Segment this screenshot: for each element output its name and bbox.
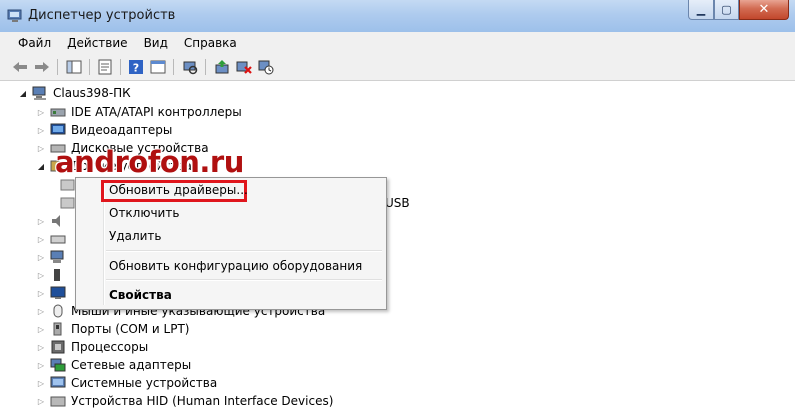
tree-item-system-devices[interactable]: ▷ Системные устройства: [36, 374, 217, 392]
minimize-button[interactable]: ▁: [688, 0, 714, 20]
title-bar: Диспетчер устройств ▁ ▢ ✕: [0, 0, 795, 32]
usb-icon: [54, 269, 60, 281]
menu-item-uninstall[interactable]: Удалить: [109, 229, 162, 243]
console-view-icon[interactable]: [150, 59, 166, 75]
context-menu-separator: [106, 250, 382, 252]
ide-controller-icon: [50, 108, 66, 117]
tree-item-usb-controllers[interactable]: ▷: [36, 266, 71, 284]
disable-device-icon[interactable]: [258, 59, 274, 75]
collapse-arrow-icon[interactable]: ◢: [18, 89, 28, 98]
toolbar: ?: [0, 54, 795, 81]
expand-arrow-icon[interactable]: ▷: [36, 253, 46, 262]
expand-arrow-icon[interactable]: ▷: [36, 217, 46, 226]
expand-arrow-icon[interactable]: ▷: [36, 397, 46, 406]
mouse-icon: [53, 304, 63, 318]
speaker-icon: [52, 215, 60, 227]
toolbar-separator: [173, 59, 174, 75]
tree-item-label: Системные устройства: [71, 376, 218, 390]
menu-item-scan-hardware[interactable]: Обновить конфигурацию оборудования: [109, 259, 362, 273]
network-adapter-icon: [50, 358, 66, 372]
uninstall-device-icon[interactable]: [236, 59, 252, 75]
toolbar-separator: [89, 59, 90, 75]
close-button[interactable]: ✕: [739, 0, 789, 20]
tree-item-ide[interactable]: ▷ IDE ATA/ATAPI контроллеры: [36, 103, 242, 121]
display-adapter-icon: [50, 123, 66, 135]
tree-item-computer[interactable]: ▷: [36, 248, 71, 266]
menu-bar: Файл Действие Вид Справка: [0, 32, 795, 54]
collapse-arrow-icon[interactable]: ◢: [36, 162, 46, 171]
computer-icon: [50, 250, 64, 263]
back-arrow-icon[interactable]: [12, 59, 28, 75]
menu-view[interactable]: Вид: [136, 36, 176, 50]
tree-item-label: Сетевые адаптеры: [71, 358, 192, 372]
keyboard-icon: [50, 235, 66, 244]
show-hide-console-tree-icon[interactable]: [66, 59, 82, 75]
tree-root[interactable]: ◢ Claus398-ПК: [18, 84, 131, 102]
tree-item-network-adapters[interactable]: ▷ Сетевые адаптеры: [36, 356, 191, 374]
tree-item-label: Устройства HID (Human Interface Devices): [71, 394, 334, 408]
svg-text:?: ?: [133, 62, 139, 75]
menu-item-update-drivers[interactable]: Обновить драйверы...: [109, 183, 248, 197]
context-menu: Обновить драйверы... Отключить Удалить О…: [75, 177, 387, 310]
computer-icon: [32, 86, 46, 100]
menu-item-disable[interactable]: Отключить: [109, 206, 179, 220]
port-icon: [53, 322, 62, 336]
tree-item-ports[interactable]: ▷ Порты (COM и LPT): [36, 320, 190, 338]
properties-sheet-icon[interactable]: [97, 59, 113, 75]
expand-arrow-icon[interactable]: ▷: [36, 289, 46, 298]
tree-item-display-adapters[interactable]: ▷ Видеоадаптеры: [36, 121, 172, 139]
expand-arrow-icon[interactable]: ▷: [36, 307, 46, 316]
toolbar-separator: [120, 59, 121, 75]
tree-item-usb-device-label: USB: [385, 194, 410, 212]
expand-arrow-icon[interactable]: ▷: [36, 325, 46, 334]
expand-arrow-icon[interactable]: ▷: [36, 343, 46, 352]
computer-name: Claus398-ПК: [53, 86, 131, 100]
processor-icon: [51, 340, 65, 354]
monitor-icon: [50, 286, 66, 299]
tree-item-processors[interactable]: ▷ Процессоры: [36, 338, 148, 356]
maximize-button[interactable]: ▢: [714, 0, 739, 20]
unknown-device-icon: [60, 179, 75, 191]
window-title: Диспетчер устройств: [28, 8, 176, 23]
forward-arrow-icon[interactable]: [34, 59, 50, 75]
tree-item-sound[interactable]: ▷: [36, 212, 71, 230]
tree-item-label: Видеоадаптеры: [71, 123, 173, 137]
update-driver-icon[interactable]: [214, 59, 230, 75]
watermark-text: androfon.ru: [55, 145, 244, 179]
menu-help[interactable]: Справка: [176, 36, 245, 50]
tree-item-label: USB: [385, 196, 410, 210]
tree-item-hid[interactable]: ▷ Устройства HID (Human Interface Device…: [36, 392, 333, 410]
tree-item-keyboards[interactable]: ▷: [36, 230, 71, 248]
tree-item-label: IDE ATA/ATAPI контроллеры: [71, 105, 242, 119]
expand-arrow-icon[interactable]: ▷: [36, 235, 46, 244]
expand-arrow-icon[interactable]: ▷: [36, 271, 46, 280]
context-menu-separator: [106, 279, 382, 281]
expand-arrow-icon[interactable]: ▷: [36, 379, 46, 388]
tree-item-label: Порты (COM и LPT): [71, 322, 190, 336]
unknown-device-icon: [60, 197, 75, 209]
menu-item-properties[interactable]: Свойства: [109, 288, 172, 302]
scan-hardware-icon[interactable]: [182, 59, 198, 75]
device-manager-icon: [7, 9, 22, 22]
toolbar-separator: [57, 59, 58, 75]
hid-icon: [50, 396, 66, 407]
menu-file[interactable]: Файл: [10, 36, 59, 50]
help-icon[interactable]: ?: [128, 59, 144, 75]
system-device-icon: [50, 376, 66, 388]
menu-action[interactable]: Действие: [59, 36, 135, 50]
tree-item-label: Процессоры: [71, 340, 149, 354]
toolbar-separator: [205, 59, 206, 75]
expand-arrow-icon[interactable]: ▷: [36, 144, 46, 153]
expand-arrow-icon[interactable]: ▷: [36, 361, 46, 370]
expand-arrow-icon[interactable]: ▷: [36, 126, 46, 135]
expand-arrow-icon[interactable]: ▷: [36, 108, 46, 117]
tree-item-monitors[interactable]: ▷: [36, 284, 71, 302]
